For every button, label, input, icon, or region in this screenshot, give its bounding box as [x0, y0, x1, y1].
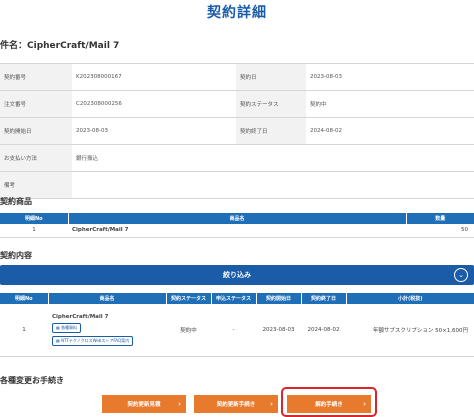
col-header: 契約開始日	[256, 293, 302, 304]
faq-button[interactable]: ▦ NTTテクノクロスWebストアFAQ案内	[52, 335, 134, 346]
info-label: 契約開始日	[0, 118, 72, 144]
cell-end-date: 2024-08-02	[301, 304, 346, 357]
info-value	[72, 172, 474, 198]
info-value: 2023-08-03	[310, 74, 342, 80]
col-header: 商品名	[68, 213, 407, 224]
renewal-procedure-button[interactable]: 契約更新手続き ›	[194, 395, 278, 413]
info-row: 注文番号 C202308000256 契約ステータス 契約中	[0, 91, 474, 118]
filter-bar[interactable]: 絞り込み ⌄	[0, 265, 474, 285]
filter-label: 絞り込み	[223, 271, 251, 279]
subject-prefix: 件名：	[0, 41, 28, 51]
products-heading: 契約商品	[0, 197, 32, 206]
quote-renewal-label: 契約更新見積	[127, 402, 161, 408]
info-value: C202308000256	[76, 101, 122, 107]
subject-line: 件名：CipherCraft/Mail 7	[0, 38, 119, 51]
info-value: 2023-08-03	[76, 128, 108, 134]
cell-no: 1	[0, 224, 68, 238]
col-header: 明細No	[0, 213, 69, 224]
info-label: 備考	[0, 172, 72, 198]
documents-button-label: 各種資料	[61, 324, 78, 330]
col-header: 契約終了日	[301, 293, 347, 304]
chevron-right-icon: ›	[178, 400, 181, 408]
info-label: 契約ステータス	[236, 91, 306, 117]
highlight-frame	[281, 387, 377, 417]
quote-renewal-button[interactable]: 契約更新見積 ›	[102, 395, 186, 413]
info-label: 注文番号	[0, 91, 72, 117]
chevron-down-icon[interactable]: ⌄	[454, 268, 468, 282]
page-title: 契約詳細	[207, 5, 267, 21]
info-label: 契約番号	[0, 64, 72, 90]
cell-start-date: 2023-08-03	[256, 304, 301, 357]
info-value: K202308000167	[76, 74, 122, 80]
info-row: 備考	[0, 172, 474, 199]
table-row: 1 CipherCraft/Mail 7 50	[0, 224, 474, 238]
info-label: 契約日	[236, 64, 306, 90]
cell-product-name: CipherCraft/Mail 7	[68, 224, 406, 238]
procedures-heading: 各種変更お手続き	[0, 376, 64, 385]
info-label: 契約終了日	[236, 118, 306, 144]
cell-apply-status: -	[211, 304, 256, 357]
col-header: 契約ステータス	[166, 293, 212, 304]
info-label: お支払い方法	[0, 145, 72, 171]
subject-name: CipherCraft/Mail 7	[27, 41, 120, 51]
cell-no: 1	[0, 304, 48, 357]
products-table: 明細No 商品名 数量 1 CipherCraft/Mail 7 50	[0, 213, 474, 238]
renewal-procedure-label: 契約更新手続き	[216, 402, 256, 408]
documents-button[interactable]: ▦ 各種資料	[52, 322, 82, 333]
contents-table: 明細No 商品名 契約ステータス 申込ステータス 契約開始日 契約終了日 小計(…	[0, 293, 474, 357]
cell-product-name: CipherCraft/Mail 7	[52, 313, 109, 320]
col-header: 申込ステータス	[211, 293, 257, 304]
contents-heading: 契約内容	[0, 251, 32, 260]
col-header: 小計(税抜)	[346, 293, 474, 304]
chevron-right-icon: ›	[270, 400, 273, 408]
col-header: 商品名	[48, 293, 167, 304]
cell-product: CipherCraft/Mail 7 ▦ 各種資料 ▦ NTTテクノクロスWeb…	[48, 304, 166, 357]
table-row: 1 CipherCraft/Mail 7 ▦ 各種資料 ▦ NTTテクノクロスW…	[0, 304, 474, 357]
info-value: 銀行振込	[76, 156, 99, 162]
cell-subtotal: 年額サブスクリプション 50×1,600円	[346, 304, 474, 357]
col-header: 明細No	[0, 293, 49, 304]
info-row: 契約番号 K202308000167 契約日 2023-08-03	[0, 64, 474, 91]
cell-status: 契約中	[166, 304, 211, 357]
info-value: 契約中	[310, 102, 327, 108]
col-header: 数量	[406, 213, 474, 224]
info-row: 契約開始日 2023-08-03 契約終了日 2024-08-02	[0, 118, 474, 145]
cell-quantity: 50	[406, 224, 474, 238]
info-value: 2024-08-02	[310, 128, 342, 134]
contract-info-table: 契約番号 K202308000167 契約日 2023-08-03 注文番号 C…	[0, 63, 474, 199]
faq-button-label: NTTテクノクロスWebストアFAQ案内	[61, 337, 130, 343]
info-row: お支払い方法 銀行振込	[0, 145, 474, 172]
